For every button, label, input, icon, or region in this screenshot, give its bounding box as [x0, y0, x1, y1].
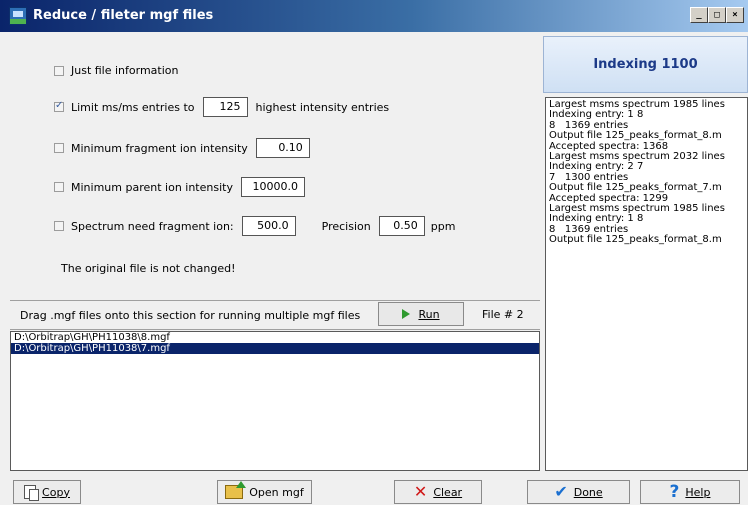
- log-line: Output file 125_peaks_format_8.m: [549, 234, 722, 246]
- option-min-fragment: Minimum fragment ion intensity 0.10: [54, 138, 318, 158]
- limit-entries-field[interactable]: 125: [202, 97, 248, 117]
- min-fragment-checkbox[interactable]: [54, 143, 64, 153]
- option-just-file-info[interactable]: Just file information: [54, 64, 179, 77]
- limit-entries-suffix: highest intensity entries: [255, 100, 390, 114]
- play-icon: [402, 309, 411, 319]
- app-icon: [9, 7, 27, 25]
- min-fragment-label: Minimum fragment ion intensity: [71, 141, 248, 155]
- done-button[interactable]: ✔ Done: [527, 480, 630, 504]
- open-mgf-label: Open mgf: [249, 485, 304, 499]
- copy-label: Copy: [42, 485, 70, 499]
- clear-label: Clear: [433, 485, 463, 499]
- checkmark-icon: ✔: [554, 482, 568, 501]
- file-list[interactable]: D:\Orbitrap\GH\PH11038\8.mgf D:\Orbitrap…: [10, 331, 540, 471]
- just-file-info-label: Just file information: [71, 64, 179, 77]
- precision-label: Precision: [321, 219, 371, 233]
- just-file-info-checkbox[interactable]: [54, 65, 64, 76]
- drag-instructions: Drag .mgf files onto this section for ru…: [20, 309, 361, 322]
- copy-button[interactable]: Copy: [13, 480, 81, 504]
- open-folder-icon: [225, 481, 247, 499]
- options-panel: Just file information Limit ms/ms entrie…: [10, 40, 540, 290]
- open-mgf-button[interactable]: Open mgf: [217, 480, 312, 504]
- option-spectrum-fragment: Spectrum need fragment ion: 500.0 Precis…: [54, 216, 455, 236]
- window-title: Reduce / fileter mgf files: [33, 8, 214, 23]
- run-button[interactable]: Run: [378, 302, 464, 326]
- spectrum-fragment-label: Spectrum need fragment ion:: [71, 219, 234, 233]
- help-button[interactable]: ? Help: [640, 480, 740, 504]
- clear-icon: ✕: [413, 482, 428, 501]
- file-list-item[interactable]: D:\Orbitrap\GH\PH11038\8.mgf: [11, 332, 539, 343]
- run-label: Run: [418, 307, 440, 321]
- option-min-parent: Minimum parent ion intensity 10000.0: [54, 177, 313, 197]
- file-count: File # 2: [482, 308, 524, 321]
- option-limit-entries: Limit ms/ms entries to 125 highest inten…: [54, 97, 389, 117]
- limit-entries-label: Limit ms/ms entries to: [71, 100, 195, 114]
- done-label: Done: [573, 485, 603, 499]
- spectrum-fragment-checkbox[interactable]: [54, 221, 64, 231]
- title-bar: Reduce / fileter mgf files _ □ ×: [0, 0, 748, 32]
- indexing-status: Indexing 1100: [593, 57, 698, 72]
- min-fragment-field[interactable]: 0.10: [255, 138, 310, 158]
- spectrum-fragment-field[interactable]: 500.0: [241, 216, 296, 236]
- precision-field[interactable]: 0.50: [378, 216, 425, 236]
- precision-unit: ppm: [430, 219, 456, 233]
- copy-icon: [24, 485, 40, 501]
- log-output[interactable]: Largest msms spectrum 1985 lines Indexin…: [545, 97, 748, 471]
- original-file-note: The original file is not changed!: [61, 262, 236, 275]
- maximize-button[interactable]: □: [708, 7, 726, 23]
- min-parent-label: Minimum parent ion intensity: [71, 180, 233, 194]
- help-icon: ?: [669, 482, 680, 502]
- minimize-button[interactable]: _: [690, 7, 708, 23]
- close-button[interactable]: ×: [726, 7, 744, 23]
- min-parent-checkbox[interactable]: [54, 182, 64, 192]
- help-label: Help: [685, 485, 711, 499]
- indexing-status-header: Indexing 1100: [543, 36, 748, 93]
- min-parent-field[interactable]: 10000.0: [240, 177, 305, 197]
- file-list-item-selected[interactable]: D:\Orbitrap\GH\PH11038\7.mgf: [11, 343, 539, 354]
- clear-button[interactable]: ✕ Clear: [394, 480, 482, 504]
- bottom-toolbar: Copy Open mgf ✕ Clear ✔ Done ? Help: [0, 476, 748, 505]
- limit-entries-checkbox[interactable]: [54, 100, 64, 112]
- window-controls: _ □ ×: [690, 7, 744, 23]
